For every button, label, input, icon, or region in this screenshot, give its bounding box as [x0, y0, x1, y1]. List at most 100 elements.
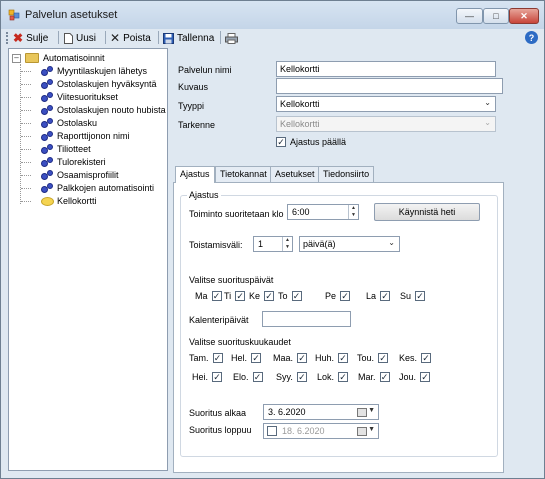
collapse-icon[interactable]: –: [12, 53, 21, 63]
tab-tietokannat[interactable]: Tietokannat: [215, 166, 272, 182]
tree-connector: [21, 110, 31, 111]
name-input[interactable]: Kellokortti: [276, 61, 496, 77]
month-check[interactable]: ✓: [338, 353, 349, 363]
month-checkbox[interactable]: Jou. ✓: [399, 372, 431, 382]
day-check[interactable]: ✓: [211, 291, 222, 301]
tab-ajastus[interactable]: Ajastus: [175, 166, 215, 183]
tab-asetukset[interactable]: Asetukset: [270, 166, 320, 182]
month-checkbox[interactable]: Lok. ✓: [317, 372, 349, 382]
month-checkbox[interactable]: Hel. ✓: [231, 353, 262, 363]
tree-item[interactable]: Ostolaskujen nouto hubista: [21, 104, 166, 116]
month-checkbox[interactable]: Kes. ✓: [399, 353, 432, 363]
tree-item[interactable]: Ostolasku: [21, 117, 97, 129]
month-checkbox[interactable]: Maa. ✓: [273, 353, 308, 363]
new-button[interactable]: Uusi: [64, 31, 96, 45]
month-check[interactable]: ✓: [252, 372, 263, 382]
schedule-on-checkbox[interactable]: ✓: [276, 137, 286, 147]
tree-item[interactable]: Palkkojen automatisointi: [21, 182, 154, 194]
folder-icon: [25, 53, 39, 63]
day-checkbox-ti[interactable]: Ti ✓: [224, 291, 246, 301]
day-checkbox-pe[interactable]: Pe ✓: [325, 291, 351, 301]
end-date-enable-checkbox[interactable]: [267, 426, 277, 436]
print-button[interactable]: [225, 31, 238, 45]
end-date-picker[interactable]: 18. 6.2020 ▼: [263, 423, 379, 439]
save-button[interactable]: Tallenna: [163, 31, 214, 45]
chevron-down-icon[interactable]: ▼: [368, 407, 375, 414]
month-checkbox[interactable]: Tam. ✓: [189, 353, 223, 363]
save-disk-icon: [163, 32, 174, 44]
month-check[interactable]: ✓: [338, 372, 349, 382]
app-icon: [8, 9, 20, 21]
close-button[interactable]: ✖ Sulje: [13, 31, 48, 45]
month-checkbox[interactable]: Syy. ✓: [276, 372, 307, 382]
toolbar-separator: [105, 31, 106, 44]
tree-item[interactable]: Myyntilaskujen lähetys: [21, 65, 147, 77]
spin-arrows-icon[interactable]: ▲ ▼: [348, 205, 358, 219]
day-checkbox-la[interactable]: La ✓: [366, 291, 391, 301]
title-bar[interactable]: Palvelun asetukset — □ ✕: [1, 1, 544, 29]
day-checkbox-su[interactable]: Su ✓: [400, 291, 426, 301]
gears-icon: [41, 131, 54, 141]
schedule-groupbox: Ajastus Toiminto suoritetaan klo 6:00 ▲ ▼…: [180, 190, 498, 457]
tabs-area: Ajastus Tietokannat Asetukset Tiedonsiir…: [173, 166, 504, 473]
new-button-label: Uusi: [76, 32, 97, 44]
day-check[interactable]: ✓: [340, 291, 351, 301]
run-now-button[interactable]: Käynnistä heti: [374, 203, 480, 221]
toolbar-grip[interactable]: [6, 32, 9, 44]
day-check[interactable]: ✓: [291, 291, 302, 301]
month-check[interactable]: ✓: [379, 372, 390, 382]
close-window-button[interactable]: ✕: [509, 8, 539, 24]
delete-button[interactable]: ✕ Poista: [110, 31, 151, 45]
tree-item[interactable]: Tiliotteet: [21, 143, 91, 155]
chevron-down-icon[interactable]: ▼: [368, 426, 375, 433]
calendar-icon[interactable]: [357, 427, 367, 436]
tree-root[interactable]: – Automatisoinnit: [12, 52, 105, 64]
day-checkbox-ma[interactable]: Ma ✓: [195, 291, 222, 301]
month-check[interactable]: ✓: [421, 353, 432, 363]
tab-tiedonsiirto[interactable]: Tiedonsiirto: [318, 166, 375, 182]
calendar-icon[interactable]: [357, 408, 367, 417]
month-checkbox[interactable]: Huh. ✓: [315, 353, 349, 363]
month-checkbox[interactable]: Hei. ✓: [192, 372, 223, 382]
close-icon: ✕: [520, 10, 528, 21]
month-check[interactable]: ✓: [297, 353, 308, 363]
start-date-picker[interactable]: 3. 6.2020 ▼: [263, 404, 379, 420]
month-label: Maa.: [273, 353, 294, 363]
tree-item[interactable]: Viitesuoritukset: [21, 91, 118, 103]
tree-item[interactable]: Ostolaskujen hyväksyntä: [21, 78, 157, 90]
delete-x-icon: ✕: [110, 31, 121, 45]
minimize-button[interactable]: —: [456, 8, 483, 24]
repeat-label: Toistamisväli:: [189, 240, 243, 250]
tree-item-selected[interactable]: Kellokortti: [21, 195, 97, 207]
run-at-time-input[interactable]: 6:00 ▲ ▼: [287, 204, 359, 220]
day-checkbox-ke[interactable]: Ke ✓: [249, 291, 275, 301]
day-check[interactable]: ✓: [235, 291, 246, 301]
repeat-unit-select[interactable]: päivä(ä) ⌄: [299, 236, 400, 252]
month-check[interactable]: ✓: [420, 372, 431, 382]
month-check[interactable]: ✓: [212, 353, 223, 363]
tree-item[interactable]: Tulorekisteri: [21, 156, 106, 168]
tree-item[interactable]: Osaamisprofiilit: [21, 169, 119, 181]
calendar-days-input[interactable]: [262, 311, 351, 327]
month-check[interactable]: ✓: [296, 372, 307, 382]
description-input[interactable]: [276, 78, 503, 94]
schedule-on-toggle[interactable]: ✓ Ajastus päällä: [276, 137, 346, 147]
month-check[interactable]: ✓: [378, 353, 389, 363]
month-checkbox[interactable]: Mar. ✓: [358, 372, 390, 382]
calendar-days-label: Kalenteripäivät: [189, 315, 249, 325]
day-check[interactable]: ✓: [415, 291, 426, 301]
day-checkbox-to[interactable]: To ✓: [278, 291, 302, 301]
month-checkbox[interactable]: Tou. ✓: [357, 353, 389, 363]
tree-connector: [21, 201, 31, 202]
tree-item[interactable]: Raporttijonon nimi: [21, 130, 130, 142]
month-check[interactable]: ✓: [251, 353, 262, 363]
spin-arrows-icon[interactable]: ▲ ▼: [282, 237, 292, 251]
type-select[interactable]: Kellokortti ⌄: [276, 96, 496, 112]
repeat-interval-input[interactable]: 1 ▲ ▼: [253, 236, 293, 252]
maximize-button[interactable]: □: [483, 8, 509, 24]
day-check[interactable]: ✓: [380, 291, 391, 301]
month-check[interactable]: ✓: [212, 372, 223, 382]
day-check[interactable]: ✓: [264, 291, 275, 301]
month-checkbox[interactable]: Elo. ✓: [233, 372, 263, 382]
help-icon[interactable]: ?: [525, 31, 538, 44]
